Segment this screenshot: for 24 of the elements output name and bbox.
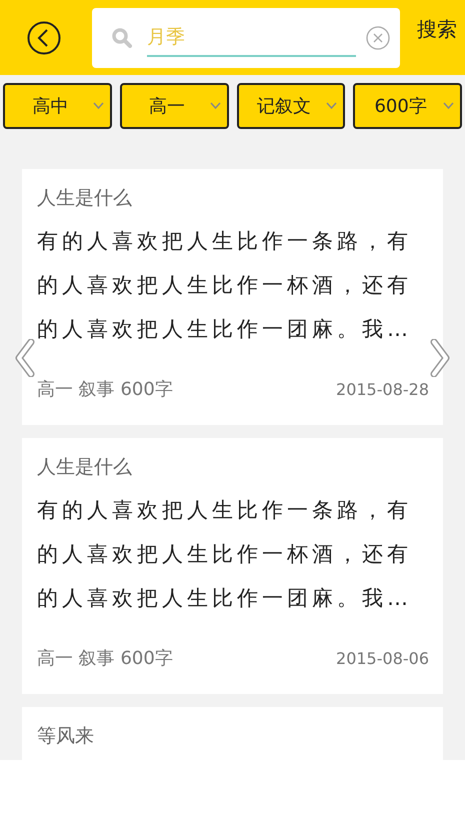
filter-dropdown[interactable]: 记叙文 [236,83,346,129]
chevron-down-icon [92,102,104,110]
article-card[interactable]: 人生是什么 有的人喜欢把人生比作一条路，有的人喜欢把人生比作一杯酒，还有的人喜欢把人生比作一团麻。我… 高一 叙事 600字 2015-08-06 [22,438,443,694]
search-button[interactable]: 搜索 [417,16,457,43]
article-date: 2015-08-28 [336,380,429,398]
clear-icon[interactable] [366,26,390,50]
article-meta: 高一 叙事 600字 [37,647,173,670]
article-card[interactable]: 等风来 [22,707,443,760]
filter-dropdown[interactable]: 600字 [353,83,462,129]
article-date: 2015-08-06 [336,648,429,668]
search-icon [112,28,132,48]
chevron-down-icon [443,102,454,110]
article-title: 人生是什么 [37,186,133,211]
article-meta: 高一 叙事 600字 [37,378,173,401]
chevron-down-icon [210,102,220,110]
chevron-down-icon [326,102,338,110]
article-excerpt: 有的人喜欢把人生比作一条路，有的人喜欢把人生比作一杯酒，还有的人喜欢把人生比作一团麻。我… [37,497,413,612]
filter-dropdown[interactable]: 高一 [120,83,228,129]
filter-dropdown[interactable]: 高中 [3,83,112,129]
article-title: 等风来 [37,724,95,749]
article-excerpt: 有的人喜欢把人生比作一条路，有的人喜欢把人生比作一杯酒，还有的人喜欢把人生比作一团麻。我… [37,228,413,343]
article-card[interactable]: 人生是什么 有的人喜欢把人生比作一条路，有的人喜欢把人生比作一杯酒，还有的人喜欢把人生比作一团麻。我… 高一 叙事 600字 2015-08-28 [22,169,443,425]
back-icon[interactable] [27,20,61,54]
article-title: 人生是什么 [37,455,133,480]
